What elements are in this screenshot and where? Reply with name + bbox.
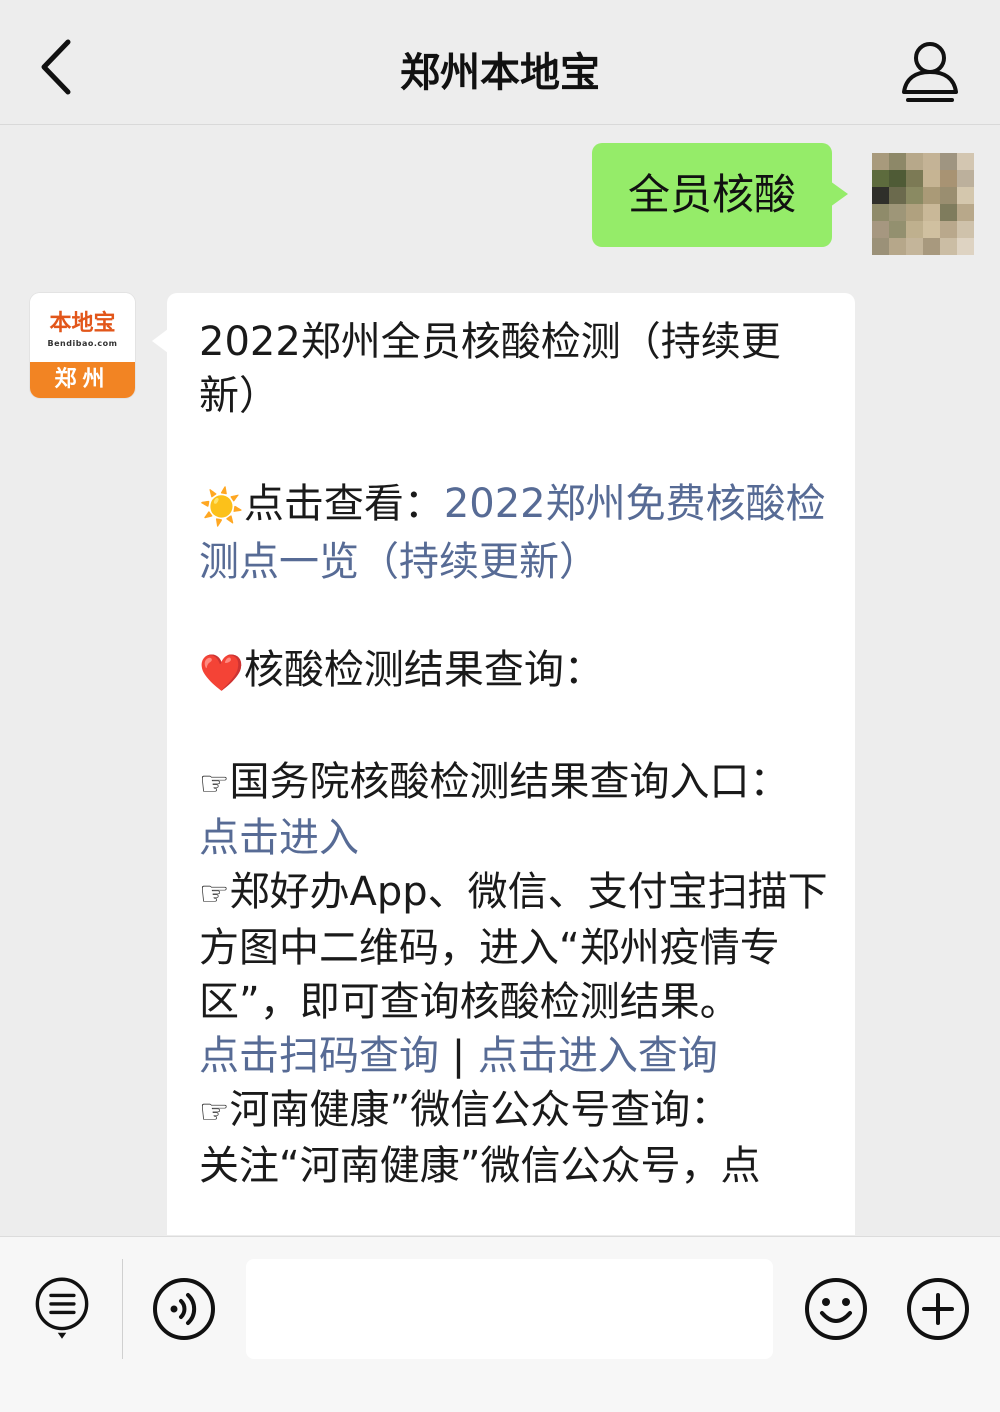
guowuyuan-text: 国务院核酸检测结果查询入口： [229, 759, 790, 805]
enter-query-link[interactable]: 点击进入查询 [478, 1033, 718, 1079]
zhenghaoban-line: ☞郑好办App、微信、支付宝扫描下方图中二维码，进入“郑州疫情专区”，即可查询核… [199, 865, 833, 1029]
henan-line: ☞河南健康”微信公众号查询： [199, 1083, 833, 1139]
henan-follow-text: 关注“河南健康”微信公众号，点 [199, 1143, 761, 1189]
message-input[interactable] [246, 1259, 773, 1359]
view-line: ☀️点击查看：2022郑州免费核酸检测点一览（持续更新） [199, 477, 833, 589]
plus-icon[interactable] [904, 1275, 972, 1343]
guowuyuan-line: ☞国务院核酸检测结果查询入口： 点击进入 [199, 755, 833, 865]
menu-list-icon[interactable] [28, 1275, 96, 1343]
bendibao-avatar[interactable]: 本地宝 Bendibao.com 郑州 [30, 293, 135, 398]
scan-query-link[interactable]: 点击扫码查询 [199, 1033, 439, 1079]
henan-text: 河南健康”微信公众号查询： [229, 1087, 731, 1133]
query-links-line: 点击扫码查询 | 点击进入查询 [199, 1029, 833, 1083]
guowuyuan-link[interactable]: 点击进入 [199, 815, 359, 861]
logo-city-text: 郑州 [30, 362, 135, 398]
reply-message-bubble[interactable]: 2022郑州全员核酸检测（持续更新） ☀️点击查看：2022郑州免费核酸检测点一… [152, 293, 855, 1235]
emoji-icon[interactable] [802, 1275, 870, 1343]
zhenghaoban-text: 郑好办App、微信、支付宝扫描下方图中二维码，进入“郑州疫情专区”，即可查询核酸… [199, 869, 828, 1025]
sent-message-text: 全员核酸 [627, 170, 796, 219]
person-icon[interactable] [898, 36, 962, 106]
pointing-hand-icon: ☞ [199, 764, 230, 804]
toolbar-divider [122, 1259, 123, 1359]
view-prefix: 点击查看： [243, 481, 444, 527]
pointing-hand-icon: ☞ [199, 874, 230, 914]
heart-icon: ❤️ [199, 653, 244, 694]
result-heading-line: ❤️核酸检测结果查询： [199, 643, 833, 701]
user-avatar[interactable] [872, 153, 974, 255]
pointing-hand-icon: ☞ [199, 1092, 230, 1132]
sun-icon: ☀️ [199, 487, 244, 528]
link-separator: | [439, 1033, 478, 1079]
result-heading: 核酸检测结果查询： [243, 647, 604, 693]
page-title: 郑州本地宝 [400, 50, 600, 96]
chat-area[interactable]: 全员核酸 本地宝 Bendibao.com 郑州 2022郑州全员核酸检测（持续… [0, 125, 1000, 1235]
logo-brand-text: 本地宝 [49, 310, 116, 336]
reply-title: 2022郑州全员核酸检测（持续更新） [199, 319, 781, 419]
voice-icon[interactable] [150, 1275, 218, 1343]
nav-bar: 郑州本地宝 [0, 0, 1000, 125]
logo-url-text: Bendibao.com [47, 339, 118, 348]
sent-message-bubble[interactable]: 全员核酸 [592, 143, 848, 247]
input-bar [0, 1236, 1000, 1412]
